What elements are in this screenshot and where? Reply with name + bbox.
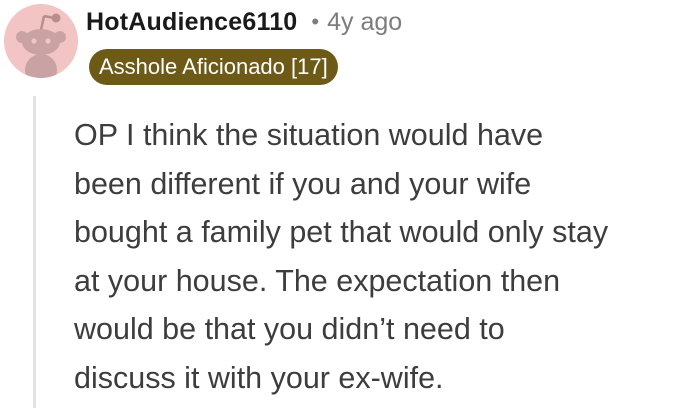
comment-body: OP I think the situation would have been… xyxy=(74,111,696,402)
comment-header: HotAudience6110 • 4y ago xyxy=(86,4,402,40)
comment-text-line: bought a family pet that would only stay xyxy=(74,215,609,249)
comment-text-line: been different if you and your wife xyxy=(74,166,532,201)
thread-collapse-line[interactable] xyxy=(33,96,36,408)
meta-separator: • xyxy=(311,9,320,34)
comment-text-line: discuss it with your ex-wife. xyxy=(74,360,444,395)
comment: HotAudience6110 • 4y ago Asshole Aficion… xyxy=(0,0,700,408)
username-link[interactable]: HotAudience6110 xyxy=(86,8,297,37)
comment-text-line: OP I think the situation would have xyxy=(74,118,544,152)
comment-text-line: would be that you didn’t need to xyxy=(74,312,505,346)
user-flair-badge: Asshole Aficionado [17] xyxy=(89,49,338,85)
avatar[interactable] xyxy=(4,4,78,78)
comment-text-line: at your house. The expectation then xyxy=(74,263,561,298)
comment-timestamp[interactable]: 4y ago xyxy=(327,8,402,37)
snoo-avatar-icon xyxy=(4,4,78,78)
